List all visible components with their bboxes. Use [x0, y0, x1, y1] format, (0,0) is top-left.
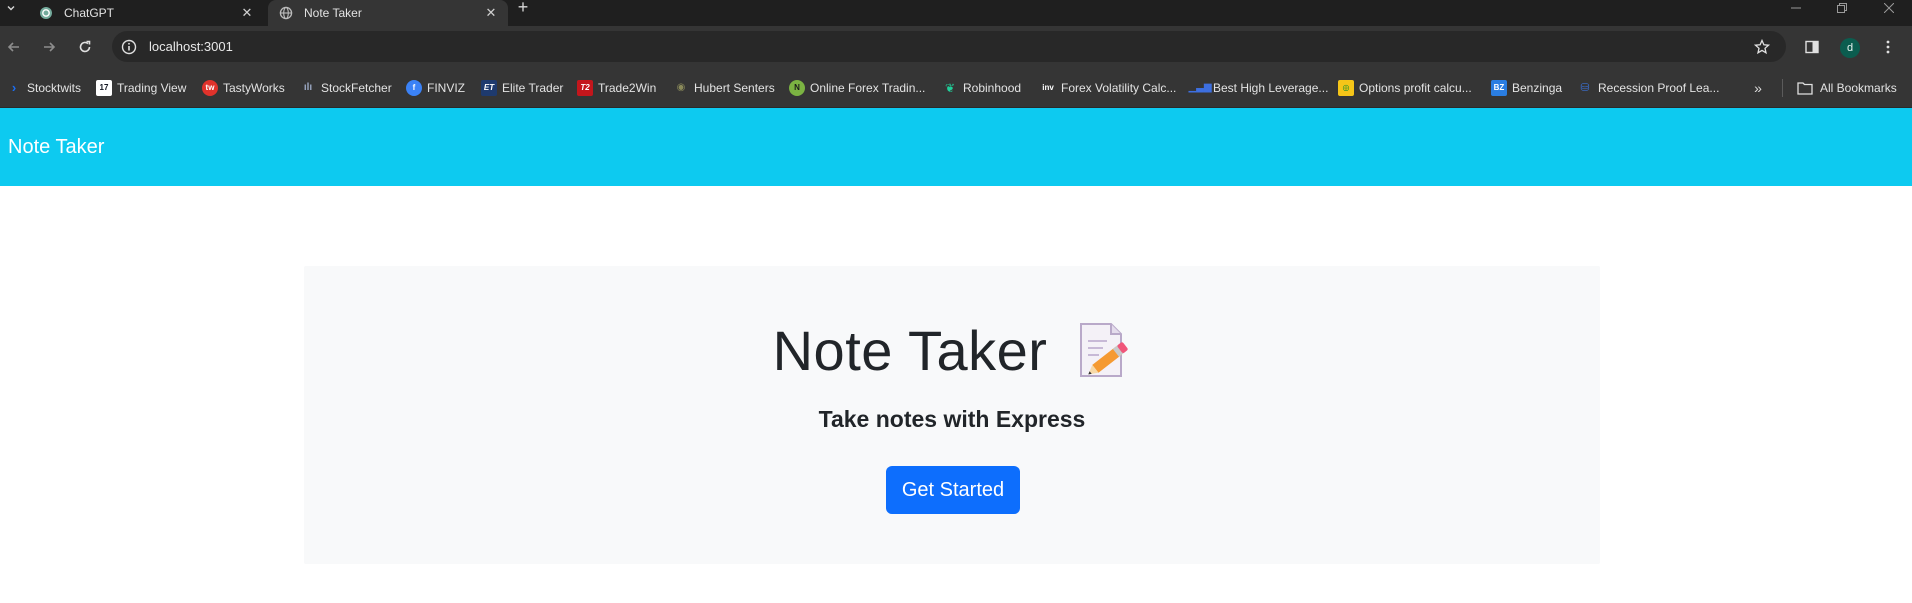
bookmark-label: Hubert Senters	[694, 80, 775, 95]
more-menu-icon[interactable]	[1877, 36, 1899, 58]
close-tab-icon[interactable]: ✕	[482, 4, 500, 22]
robinhood-icon: ❦	[944, 80, 956, 95]
bookmark-label: StockFetcher	[321, 80, 392, 95]
chatgpt-icon	[38, 5, 54, 21]
bookmark-label: Online Forex Tradin...	[810, 80, 926, 95]
all-bookmarks-label: All Bookmarks	[1820, 80, 1897, 95]
new-tab-button[interactable]: +	[512, 0, 534, 16]
forex-icon: N	[789, 79, 805, 96]
bookmark-label: Trade2Win	[598, 80, 657, 95]
bookmark-label: Forex Volatility Calc...	[1061, 80, 1177, 95]
hero-heading: Note Taker	[304, 318, 1600, 383]
page-content: Note Taker Note Taker Take notes with Ex…	[0, 108, 1912, 603]
bookmark-finviz[interactable]: f FINVIZ	[406, 67, 465, 108]
trade2win-icon: T2	[577, 79, 593, 96]
bookmark-trading-view[interactable]: 17 Trading View	[96, 67, 186, 108]
bookmark-online-forex[interactable]: N Online Forex Tradin...	[789, 67, 925, 108]
globe-icon	[278, 5, 294, 21]
tab-note-taker[interactable]: Note Taker ✕	[268, 0, 508, 26]
bookmark-label: Elite Trader	[502, 80, 564, 95]
bookmark-hubert-senters[interactable]: ◉ Hubert Senters	[673, 67, 775, 108]
all-bookmarks-button[interactable]: All Bookmarks	[1797, 67, 1897, 108]
get-started-button[interactable]: Get Started	[886, 466, 1020, 514]
bookmark-label: Recession Proof Lea...	[1598, 80, 1720, 95]
bookmark-label: Trading View	[117, 80, 187, 95]
tab-chatgpt[interactable]: ChatGPT ✕	[28, 0, 264, 26]
bookmark-label: Stocktwits	[27, 80, 82, 95]
memo-icon	[1075, 321, 1131, 381]
bookmark-robinhood[interactable]: ❦ Robinhood	[942, 67, 1021, 108]
bookmark-forex-volatility[interactable]: inv Forex Volatility Calc...	[1040, 67, 1176, 108]
bookmark-tastyworks[interactable]: tw TastyWorks	[202, 67, 285, 108]
bookmark-best-high-leverage[interactable]: ▁▃▆ Best High Leverage...	[1188, 67, 1329, 108]
bookmark-label: Robinhood	[963, 80, 1022, 95]
bookmark-label: FINVIZ	[427, 80, 465, 95]
bookmarks-divider	[1782, 79, 1783, 97]
investing-icon: inv	[1042, 83, 1054, 92]
leverage-icon: ▁▃▆	[1188, 82, 1212, 93]
address-bar[interactable]: localhost:3001	[112, 31, 1786, 62]
bookmark-label: Best High Leverage...	[1213, 80, 1329, 95]
folder-icon	[1797, 81, 1813, 95]
elitetrader-icon: ET	[481, 79, 497, 96]
recession-icon: ⛁	[1580, 82, 1590, 94]
navbar: Note Taker	[0, 108, 1912, 186]
tab-title: Note Taker	[304, 6, 362, 20]
finviz-icon: f	[406, 79, 422, 96]
jumbotron: Note Taker Take notes with Express Get S…	[304, 266, 1600, 564]
forward-arrow-icon[interactable]	[38, 36, 60, 58]
browser-toolbar: localhost:3001 d	[0, 26, 1912, 67]
tab-strip: ChatGPT ✕ Note Taker ✕ +	[0, 0, 1912, 26]
minimize-icon[interactable]	[1773, 0, 1819, 16]
profile-avatar[interactable]: d	[1840, 38, 1860, 58]
navbar-brand[interactable]: Note Taker	[8, 136, 104, 159]
bookmark-options-profit[interactable]: ◎ Options profit calcu...	[1338, 67, 1472, 108]
bookmark-stocktwits[interactable]: › Stocktwits	[6, 67, 81, 108]
tradingview-icon: 17	[96, 79, 112, 96]
url-text[interactable]: localhost:3001	[149, 39, 233, 54]
stocktwits-icon: ›	[11, 80, 17, 95]
page-title: Note Taker	[772, 319, 1048, 382]
bookmark-label: TastyWorks	[223, 80, 285, 95]
bookmarks-overflow-icon[interactable]: »	[1748, 78, 1768, 98]
reload-icon[interactable]	[74, 36, 96, 58]
bookmark-star-icon[interactable]	[1752, 37, 1772, 57]
bookmark-recession-proof[interactable]: ⛁ Recession Proof Lea...	[1577, 67, 1719, 108]
tab-title: ChatGPT	[64, 6, 115, 20]
close-window-icon[interactable]	[1866, 0, 1912, 16]
bookmark-stockfetcher[interactable]: ılı StockFetcher	[300, 67, 392, 108]
bookmark-elite-trader[interactable]: ET Elite Trader	[481, 67, 563, 108]
tab-search-chevron-icon[interactable]	[0, 0, 22, 16]
back-arrow-icon[interactable]	[3, 36, 25, 58]
close-tab-icon[interactable]: ✕	[238, 4, 256, 22]
stockfetcher-icon: ılı	[303, 82, 313, 93]
benzinga-icon: BZ	[1491, 79, 1507, 96]
bookmark-label: Benzinga	[1512, 80, 1563, 95]
hubertsenters-icon: ◉	[676, 82, 686, 93]
site-info-icon[interactable]	[120, 38, 138, 56]
hero-subtitle: Take notes with Express	[818, 406, 1086, 432]
options-icon: ◎	[1338, 79, 1354, 96]
bookmark-trade2win[interactable]: T2 Trade2Win	[577, 67, 656, 108]
bookmarks-bar: › Stocktwits 17 Trading View tw TastyWor…	[0, 67, 1912, 108]
bookmark-label: Options profit calcu...	[1359, 80, 1472, 95]
tastyworks-icon: tw	[202, 79, 218, 96]
restore-icon[interactable]	[1819, 0, 1865, 16]
side-panel-icon[interactable]	[1801, 36, 1823, 58]
bookmark-benzinga[interactable]: BZ Benzinga	[1491, 67, 1562, 108]
